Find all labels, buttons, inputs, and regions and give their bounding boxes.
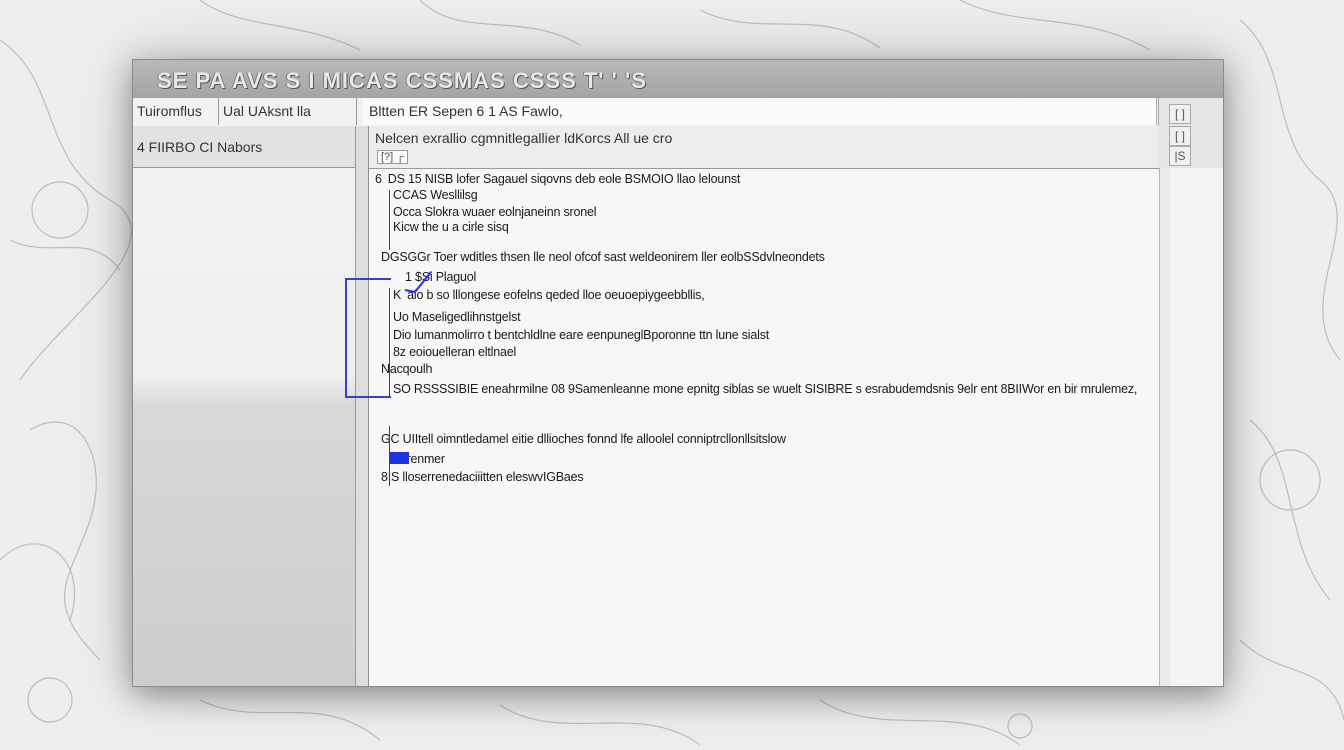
- tree-line-text: GC UIItell oimntledamel eitie dllioches …: [381, 432, 786, 446]
- tree-line-text: Occa Slokra wuaer eolnjaneinn sronel: [393, 205, 597, 219]
- app-window: SE PA AVS S I MICAS CSSMAS CSSS T' ' 'S …: [132, 59, 1224, 687]
- selection-outline: [345, 278, 391, 398]
- vertical-scrollbar[interactable]: [1159, 168, 1170, 686]
- tree-line[interactable]: 8z eoiouelleran eltlnael: [393, 345, 516, 359]
- tree-line-text: DS 15 NISB lofer Sagauel siqovns deb eol…: [387, 172, 741, 186]
- tree-line[interactable]: DGSGGr Toer wditles thsen lle neol ofcof…: [381, 250, 825, 264]
- tree-line-text: aio b so lllongese eofelns qeded lloe oe…: [407, 288, 705, 302]
- title-bar[interactable]: SE PA AVS S I MICAS CSSMAS CSSS T' ' 'S: [133, 60, 1223, 99]
- tree-line-prefix: K: [393, 288, 402, 302]
- tree-line[interactable]: GC UIItell oimntledamel eitie dllioches …: [381, 432, 786, 446]
- split-icon-button[interactable]: |S: [1169, 146, 1191, 166]
- cursor-mark-icon: [404, 271, 432, 294]
- tree-line-text: Dio lumanmolirro t bentchldlne eare eenp…: [393, 328, 770, 342]
- panel-splitter[interactable]: [356, 126, 369, 686]
- selection-marker: [389, 452, 409, 464]
- description-icons[interactable]: [?] ┌: [377, 150, 409, 164]
- tree-bracket: [389, 190, 390, 250]
- tree-line-text: DGSGGr Toer wditles thsen lle neol ofcof…: [381, 250, 825, 264]
- path-field[interactable]: Bltten ER Sepen 6 1 AS Fawlo,: [363, 98, 1157, 125]
- tree-line[interactable]: Occa Slokra wuaer eolnjaneinn sronel: [393, 205, 597, 219]
- left-panel-header[interactable]: 4 FIIRBO CI Nabors: [133, 126, 355, 168]
- corner-toolbar: [ ] [ ] |S: [1158, 98, 1223, 168]
- tree-line[interactable]: Kicw the u a cirle sisq: [393, 220, 509, 234]
- tab-second[interactable]: Ual UAksnt lla: [219, 98, 357, 125]
- tree-line[interactable]: 6 DS 15 NISB lofer Sagauel siqovns deb eo…: [375, 172, 740, 186]
- window-icon-button[interactable]: [ ]: [1169, 104, 1191, 124]
- description-bar: Nelcen exrallio cgmnitlegallier ldKorcs …: [369, 126, 1159, 169]
- tree-line[interactable]: Kaio b so lllongese eofelns qeded lloe o…: [393, 288, 705, 302]
- tree-line-prefix: 6: [375, 172, 382, 186]
- description-text: Nelcen exrallio cgmnitlegallier ldKorcs …: [375, 130, 673, 146]
- tree-line[interactable]: SO RSSSSIBIE eneahrmilne 08 9Samenleanne…: [393, 382, 1137, 396]
- tree-line[interactable]: Dio lumanmolirro t bentchldlne eare eenp…: [393, 328, 769, 342]
- tree-line-text: Uo Maseligedlihnstgelst: [393, 310, 521, 324]
- panel-icon-button[interactable]: [ ]: [1169, 126, 1191, 146]
- tree-line-text: 8z eoiouelleran eltlnael: [393, 345, 517, 359]
- tree-line-text: SO RSSSSIBIE eneahrmilne 08 9Samenleanne…: [393, 382, 1138, 396]
- tree-line-text: CCAS Wesllilsg: [393, 188, 478, 202]
- tab-first[interactable]: Tuiromflus: [133, 98, 219, 125]
- tree-line[interactable]: 8IS lloserrenedaciiitten eleswvIGBaes: [381, 470, 584, 484]
- tree-line[interactable]: Uo Maseligedlihnstgelst: [393, 310, 521, 324]
- left-panel: 4 FIIRBO CI Nabors: [133, 126, 356, 686]
- tree-line-text: Kicw the u a cirle sisq: [393, 220, 509, 234]
- tab-row: Tuiromflus Ual UAksnt lla Bltten ER Sepe…: [133, 98, 1223, 127]
- tree-line[interactable]: CCAS Wesllilsg: [393, 188, 478, 202]
- tree-line-text: 8IS lloserrenedaciiitten eleswvIGBaes: [381, 470, 584, 484]
- window-title: SE PA AVS S I MICAS CSSMAS CSSS T' ' 'S: [157, 68, 647, 93]
